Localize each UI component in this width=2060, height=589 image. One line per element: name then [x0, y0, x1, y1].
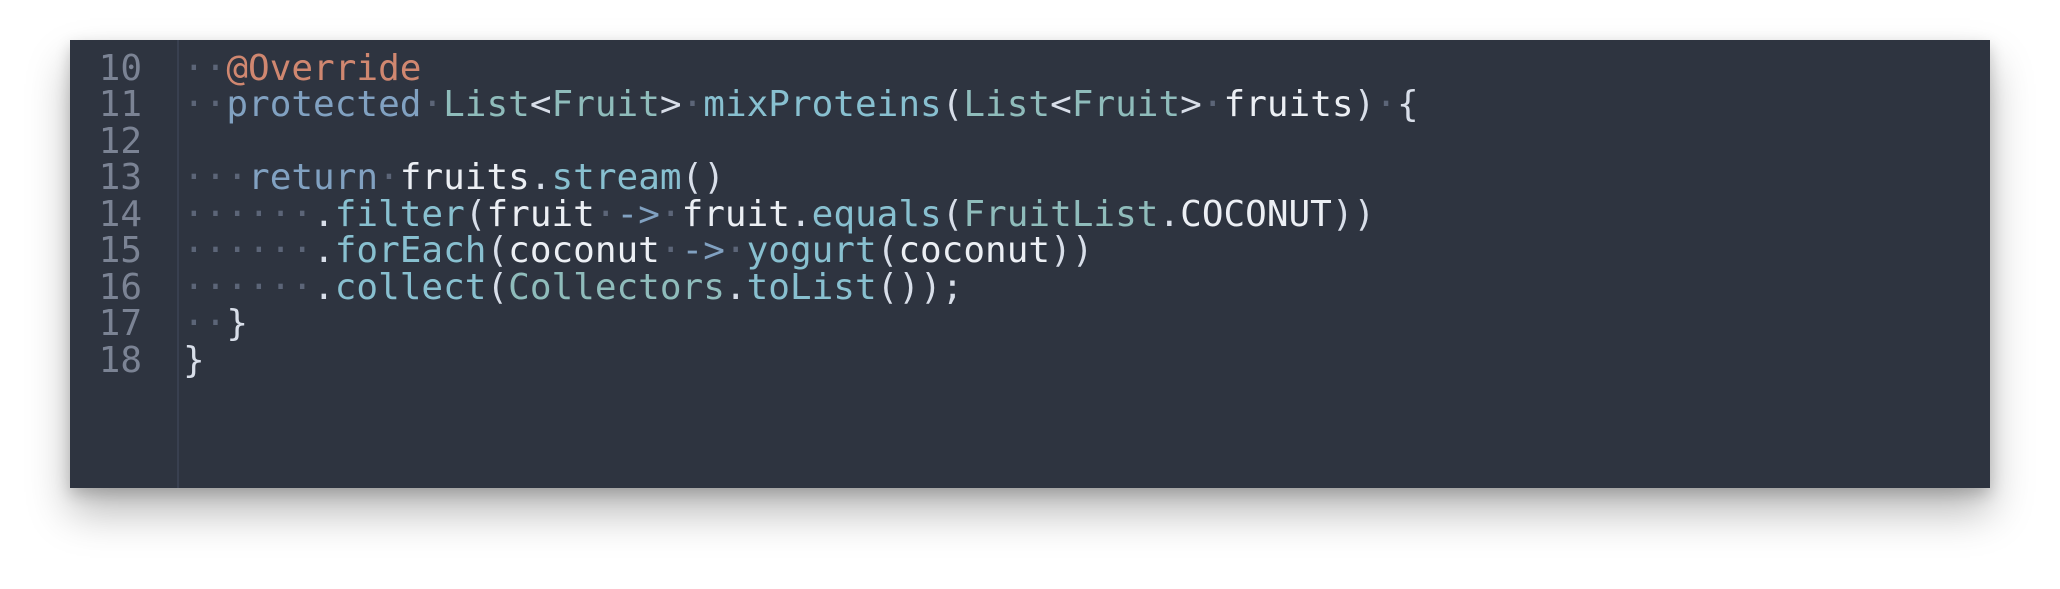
code-editor[interactable]: 10 ··@Override 11 ··protected·List<Fruit>·m…	[70, 40, 1990, 488]
line-code: }	[183, 340, 205, 381]
code-line[interactable]: 18}	[70, 336, 1990, 384]
code-token: }	[183, 339, 205, 381]
line-number: 18	[98, 339, 142, 381]
